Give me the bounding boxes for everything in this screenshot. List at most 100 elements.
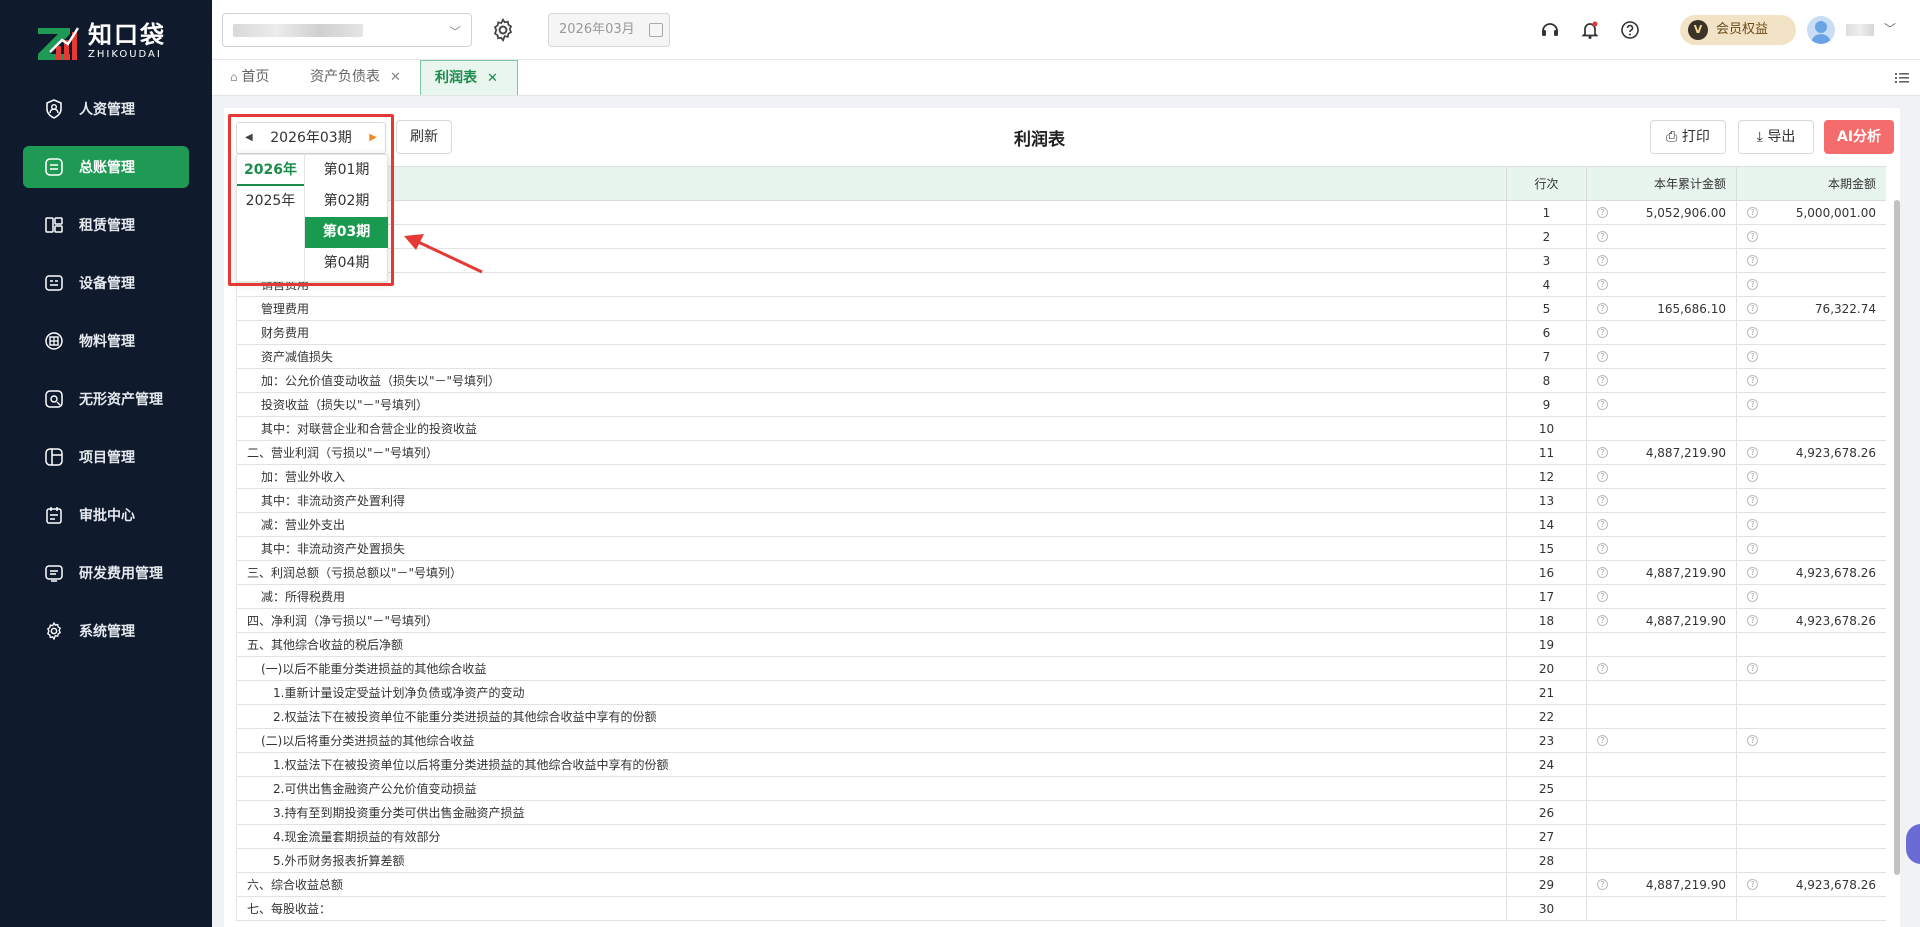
export-button[interactable]: ⤓ 导出 — [1738, 120, 1814, 154]
period-option[interactable]: 第03期 — [305, 217, 388, 248]
row-ytd-amount[interactable]: ? 4,887,219.90 — [1586, 440, 1737, 465]
year-option[interactable]: 2026年 — [237, 155, 304, 186]
row-ytd-amount[interactable]: ? — [1586, 224, 1737, 249]
row-ytd-amount[interactable]: ? — [1586, 392, 1737, 417]
formula-help-icon[interactable]: ? — [1747, 735, 1758, 746]
row-ytd-amount[interactable] — [1586, 704, 1737, 729]
row-current-amount[interactable]: ? — [1736, 392, 1886, 417]
row-ytd-amount[interactable] — [1586, 896, 1737, 921]
row-current-amount[interactable] — [1736, 680, 1886, 705]
chevron-down-icon[interactable]: ﹀ — [1884, 20, 1896, 37]
formula-help-icon[interactable]: ? — [1747, 615, 1758, 626]
row-current-amount[interactable]: ? — [1736, 224, 1886, 249]
row-ytd-amount[interactable]: ? — [1586, 536, 1737, 561]
formula-help-icon[interactable]: ? — [1747, 399, 1758, 410]
formula-help-icon[interactable]: ? — [1747, 255, 1758, 266]
period-picker[interactable]: ◀ 2026年03期 ▶ — [236, 122, 386, 154]
row-current-amount[interactable] — [1736, 848, 1886, 873]
row-ytd-amount[interactable]: ? — [1586, 248, 1737, 273]
row-ytd-amount[interactable]: ? — [1586, 488, 1737, 513]
row-current-amount[interactable]: ? 4,923,678.26 — [1736, 872, 1886, 897]
formula-help-icon[interactable]: ? — [1597, 255, 1608, 266]
row-ytd-amount[interactable]: ? — [1586, 584, 1737, 609]
formula-help-icon[interactable]: ? — [1747, 303, 1758, 314]
row-ytd-amount[interactable]: ? — [1586, 728, 1737, 753]
row-current-amount[interactable]: ? — [1736, 488, 1886, 513]
gear-icon[interactable] — [490, 17, 516, 43]
print-button[interactable]: ⎙ 打印 — [1650, 120, 1726, 154]
row-ytd-amount[interactable]: ? 4,887,219.90 — [1586, 872, 1737, 897]
period-option[interactable]: 第01期 — [305, 155, 388, 186]
row-current-amount[interactable]: ? — [1736, 536, 1886, 561]
formula-help-icon[interactable]: ? — [1747, 231, 1758, 242]
row-ytd-amount[interactable]: ? — [1586, 344, 1737, 369]
sidebar-item[interactable]: 物料管理 — [23, 320, 189, 362]
formula-help-icon[interactable]: ? — [1747, 567, 1758, 578]
row-current-amount[interactable] — [1736, 704, 1886, 729]
prev-period-icon[interactable]: ◀ — [245, 123, 253, 153]
formula-help-icon[interactable]: ? — [1597, 615, 1608, 626]
formula-help-icon[interactable]: ? — [1597, 879, 1608, 890]
formula-help-icon[interactable]: ? — [1597, 231, 1608, 242]
close-icon[interactable]: ✕ — [487, 71, 498, 86]
row-ytd-amount[interactable] — [1586, 680, 1737, 705]
brand-logo[interactable]: 知口袋 ZHIKOUDAI — [36, 22, 166, 62]
formula-help-icon[interactable]: ? — [1597, 375, 1608, 386]
formula-help-icon[interactable]: ? — [1747, 591, 1758, 602]
formula-help-icon[interactable]: ? — [1597, 495, 1608, 506]
row-current-amount[interactable]: ? — [1736, 272, 1886, 297]
sidebar-item[interactable]: 租赁管理 — [23, 204, 189, 246]
tab-income-statement[interactable]: 利润表 ✕ — [420, 60, 518, 95]
sidebar-item[interactable]: 人资管理 — [23, 88, 189, 130]
row-ytd-amount[interactable]: ? 165,686.10 — [1586, 296, 1737, 321]
year-option[interactable]: 2025年 — [237, 186, 304, 217]
row-ytd-amount[interactable]: ? — [1586, 320, 1737, 345]
formula-help-icon[interactable]: ? — [1597, 519, 1608, 530]
help-icon[interactable] — [1618, 18, 1642, 42]
row-current-amount[interactable]: ? — [1736, 464, 1886, 489]
row-current-amount[interactable]: ? — [1736, 512, 1886, 537]
formula-help-icon[interactable]: ? — [1747, 375, 1758, 386]
row-ytd-amount[interactable]: ? 5,052,906.00 — [1586, 200, 1737, 225]
formula-help-icon[interactable]: ? — [1747, 519, 1758, 530]
row-current-amount[interactable]: ? — [1736, 320, 1886, 345]
formula-help-icon[interactable]: ? — [1747, 663, 1758, 674]
row-ytd-amount[interactable] — [1586, 416, 1737, 441]
row-ytd-amount[interactable]: ? 4,887,219.90 — [1586, 608, 1737, 633]
formula-help-icon[interactable]: ? — [1597, 543, 1608, 554]
formula-help-icon[interactable]: ? — [1597, 207, 1608, 218]
period-option[interactable]: 第02期 — [305, 186, 388, 217]
sidebar-item[interactable]: 审批中心 — [23, 494, 189, 536]
formula-help-icon[interactable]: ? — [1747, 879, 1758, 890]
sidebar-item[interactable]: 项目管理 — [23, 436, 189, 478]
formula-help-icon[interactable]: ? — [1597, 399, 1608, 410]
row-current-amount[interactable]: ? 76,322.74 — [1736, 296, 1886, 321]
refresh-button[interactable]: 刷新 — [396, 120, 452, 154]
row-current-amount[interactable] — [1736, 800, 1886, 825]
ai-analysis-button[interactable]: AI分析 — [1824, 120, 1894, 154]
row-ytd-amount[interactable]: ? — [1586, 464, 1737, 489]
table-scrollbar[interactable] — [1894, 200, 1900, 875]
formula-help-icon[interactable]: ? — [1747, 543, 1758, 554]
row-current-amount[interactable]: ? — [1736, 344, 1886, 369]
row-current-amount[interactable] — [1736, 632, 1886, 657]
formula-help-icon[interactable]: ? — [1597, 351, 1608, 362]
formula-help-icon[interactable]: ? — [1597, 567, 1608, 578]
row-current-amount[interactable]: ? — [1736, 248, 1886, 273]
row-ytd-amount[interactable]: ? 4,887,219.90 — [1586, 560, 1737, 585]
formula-help-icon[interactable]: ? — [1597, 279, 1608, 290]
tab-home[interactable]: ⌂ 首页 — [230, 60, 269, 95]
formula-help-icon[interactable]: ? — [1597, 663, 1608, 674]
row-ytd-amount[interactable] — [1586, 632, 1737, 657]
sidebar-item[interactable]: 系统管理 — [23, 610, 189, 652]
formula-help-icon[interactable]: ? — [1747, 327, 1758, 338]
sidebar-item[interactable]: 研发费用管理 — [23, 552, 189, 594]
formula-help-icon[interactable]: ? — [1597, 447, 1608, 458]
row-ytd-amount[interactable] — [1586, 752, 1737, 777]
headset-icon[interactable] — [1538, 18, 1562, 42]
company-select[interactable]: ﹀ — [222, 13, 472, 47]
formula-help-icon[interactable]: ? — [1747, 495, 1758, 506]
row-ytd-amount[interactable] — [1586, 824, 1737, 849]
row-ytd-amount[interactable]: ? — [1586, 368, 1737, 393]
row-current-amount[interactable] — [1736, 896, 1886, 921]
